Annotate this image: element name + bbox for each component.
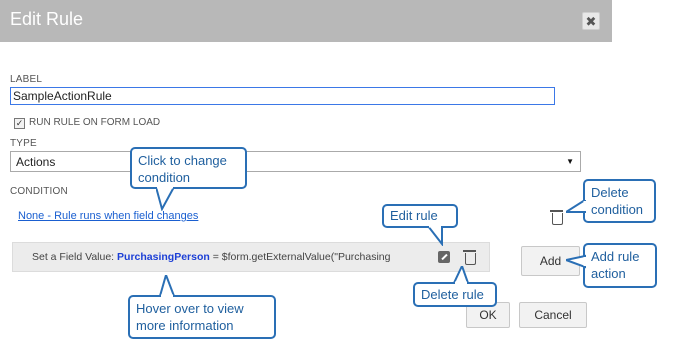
action-field-name: PurchasingPerson [117,251,210,263]
type-heading: TYPE [10,138,37,149]
callout-edit-rule: Edit rule [382,204,458,228]
chevron-down-icon: ▼ [566,157,574,166]
trash-icon[interactable] [550,210,563,225]
rule-action-row[interactable]: Set a Field Value: PurchasingPerson = $f… [12,242,490,272]
condition-link[interactable]: None - Rule runs when field changes [18,210,198,222]
condition-heading: CONDITION [10,186,68,197]
type-select[interactable]: Actions ▼ [10,151,581,172]
callout-hover-info: Hover over to view more information [128,295,276,339]
label-input[interactable] [10,87,555,105]
edit-rule-dialog: Edit Rule ✖ LABEL ✓ RUN RULE ON FORM LOAD… [0,0,612,347]
dialog-title: Edit Rule [10,9,84,29]
trash-icon[interactable] [463,250,476,265]
action-expression: = $form.getExternalValue("Purchasing [212,251,391,263]
run-on-load-row[interactable]: ✓ RUN RULE ON FORM LOAD [14,117,160,129]
cancel-button[interactable]: Cancel [519,302,587,328]
callout-tail [158,275,176,297]
callout-delete-rule: Delete rule [413,282,497,307]
action-prefix: Set a Field Value: [32,251,115,263]
run-on-load-label: RUN RULE ON FORM LOAD [29,117,161,128]
edit-icon[interactable] [438,251,450,263]
label-heading: LABEL [10,74,43,85]
callout-tail [428,226,443,246]
close-icon[interactable]: ✖ [582,12,600,30]
callout-tail [452,266,470,284]
callout-tail [566,254,586,269]
callout-change-condition: Click to change condition [130,147,247,189]
callout-tail [566,200,586,213]
callout-add-rule-action: Add rule action [583,243,657,288]
checkbox-icon[interactable]: ✓ [14,118,25,129]
action-summary: Set a Field Value: PurchasingPerson = $f… [32,251,432,263]
type-select-value: Actions [16,155,56,169]
callout-tail [156,187,176,211]
dialog-titlebar: Edit Rule ✖ [0,0,612,42]
callout-delete-condition: Delete condition [583,179,656,223]
